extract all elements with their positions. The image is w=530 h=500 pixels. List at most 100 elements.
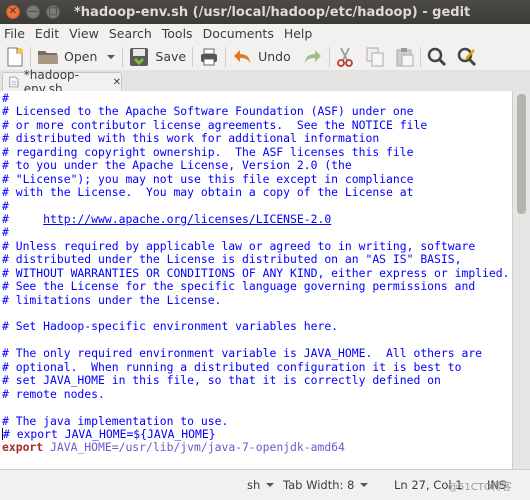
redo-button[interactable] — [303, 48, 323, 66]
paste-button[interactable] — [396, 47, 414, 67]
code-text: # to you under the Apache License, Versi… — [2, 158, 352, 173]
new-document-icon — [7, 47, 23, 66]
menu-tools[interactable]: Tools — [162, 26, 193, 41]
code-line: # The java implementation to use. — [2, 413, 509, 428]
tab-width-label: Tab Width: 8 — [283, 478, 355, 492]
comment-prefix: # — [2, 211, 44, 226]
paste-icon — [396, 47, 414, 66]
code-line: # The only required environment variable… — [2, 347, 509, 360]
undo-icon — [234, 49, 251, 63]
code-text: # — [2, 225, 9, 240]
scrollbar-thumb[interactable] — [517, 94, 526, 214]
text-editor[interactable]: # # Licensed to the Apache Software Found… — [0, 91, 512, 469]
chevron-down-icon[interactable] — [106, 52, 116, 62]
editor-scrollbar[interactable] — [512, 91, 530, 469]
code-line: # with the License. You may obtain a cop… — [2, 185, 509, 199]
toolbar-separator — [122, 46, 124, 67]
code-text: # remote nodes. — [2, 386, 105, 401]
window-title: *hadoop-env.sh (/usr/local/hadoop/etc/ha… — [74, 4, 471, 20]
code-line: # WITHOUT WARRANTIES OR CONDITIONS OF AN… — [2, 265, 510, 280]
cut-button[interactable] — [336, 47, 354, 67]
watermark: @51CTO博客 — [448, 482, 512, 493]
document-tab-strip: *hadoop-env.sh ✕ — [0, 68, 530, 96]
code-line: # Set Hadoop-specific environment variab… — [2, 320, 509, 333]
save-icon — [130, 47, 149, 66]
code-text: # Licensed to the Apache Software Founda… — [2, 104, 414, 119]
code-text: # — [2, 198, 9, 213]
code-line: # set JAVA_HOME in this file, so that it… — [2, 373, 509, 388]
code-line: # optional. When running a distributed c… — [2, 359, 509, 374]
open-label: Open — [64, 49, 98, 64]
chevron-down-icon — [266, 483, 275, 487]
language-selector[interactable]: sh — [247, 478, 275, 492]
code-text: # export JAVA_HOME=${JAVA_HOME} — [3, 426, 216, 441]
code-line: # regarding copyright ownership. The ASF… — [2, 144, 509, 159]
code-text: # distributed with this work for additio… — [2, 131, 380, 146]
chevron-down-icon — [360, 483, 369, 487]
editor-lines: # # Licensed to the Apache Software Found… — [2, 91, 510, 455]
menu-edit[interactable]: Edit — [35, 26, 59, 41]
scissors-icon — [336, 47, 353, 67]
code-line: # export JAVA_HOME=${JAVA_HOME} — [2, 426, 509, 441]
code-line: # — [2, 91, 509, 105]
close-window-button[interactable]: ✕ — [6, 5, 20, 19]
open-button[interactable]: Open — [37, 48, 116, 66]
document-icon — [9, 76, 19, 88]
find-replace-icon — [457, 47, 476, 66]
code-text: # The java implementation to use. — [2, 413, 229, 428]
code-text: # regarding copyright ownership. The ASF… — [2, 144, 414, 159]
code-text: # See the License for the specific langu… — [2, 279, 476, 294]
replace-button[interactable] — [457, 47, 477, 67]
undo-button[interactable]: Undo — [232, 48, 291, 66]
export-value: JAVA_HOME=/usr/lib/jvm/java-7-openjdk-am… — [43, 440, 345, 455]
folder-icon — [38, 50, 58, 64]
menu-search[interactable]: Search — [109, 26, 152, 41]
code-text: # Unless required by applicable law or a… — [2, 238, 476, 253]
search-icon — [427, 47, 446, 66]
menu-view[interactable]: View — [69, 26, 99, 41]
maximize-window-button[interactable]: □ — [46, 5, 60, 19]
code-line: # Unless required by applicable law or a… — [2, 238, 509, 253]
code-line: # remote nodes. — [2, 386, 509, 401]
undo-label: Undo — [258, 49, 291, 64]
code-text: # set JAVA_HOME in this file, so that it… — [2, 373, 441, 388]
copy-button[interactable] — [366, 47, 384, 67]
code-text: # distributed under the License is distr… — [2, 252, 462, 267]
save-label: Save — [155, 49, 187, 64]
toolbar: Open Save Undo — [0, 43, 530, 71]
menu-documents[interactable]: Documents — [203, 26, 274, 41]
save-button[interactable]: Save — [129, 47, 186, 67]
tab-close-icon[interactable]: ✕ — [113, 77, 121, 88]
menu-file[interactable]: File — [4, 26, 25, 41]
toolbar-separator — [30, 46, 31, 67]
menu-help[interactable]: Help — [284, 26, 313, 41]
code-line: export JAVA_HOME=/usr/lib/jvm/java-7-ope… — [2, 441, 509, 454]
language-label: sh — [247, 478, 261, 492]
code-text: # or more contributor license agreements… — [2, 117, 428, 132]
code-line: # or more contributor license agreements… — [2, 117, 509, 132]
toolbar-separator — [192, 46, 194, 67]
find-button[interactable] — [427, 47, 447, 67]
tab-width-selector[interactable]: Tab Width: 8 — [283, 478, 369, 492]
toolbar-separator — [328, 46, 330, 67]
print-button[interactable] — [199, 47, 219, 67]
toolbar-separator — [419, 46, 421, 67]
code-text: # Set Hadoop-specific environment variab… — [2, 319, 339, 334]
printer-icon — [201, 48, 218, 65]
new-button[interactable] — [6, 47, 24, 67]
code-line: # limitations under the License. — [2, 292, 509, 307]
code-line: # distributed with this work for additio… — [2, 132, 509, 145]
code-text: # limitations under the License. — [2, 292, 222, 307]
code-text: # WITHOUT WARRANTIES OR CONDITIONS OF AN… — [2, 265, 510, 280]
tab-hadoop-env[interactable]: *hadoop-env.sh ✕ — [2, 68, 122, 96]
code-text: # optional. When running a distributed c… — [2, 359, 462, 374]
code-line: # to you under the Apache License, Versi… — [2, 158, 509, 173]
code-text: # "License"); you may not use this file … — [2, 171, 414, 186]
title-bar: ✕ — □ *hadoop-env.sh (/usr/local/hadoop/… — [0, 0, 530, 24]
minimize-window-button[interactable]: — — [26, 5, 40, 19]
license-link[interactable]: http://www.apache.org/licenses/LICENSE-2… — [43, 212, 331, 226]
code-line: # See the License for the specific langu… — [2, 279, 509, 294]
